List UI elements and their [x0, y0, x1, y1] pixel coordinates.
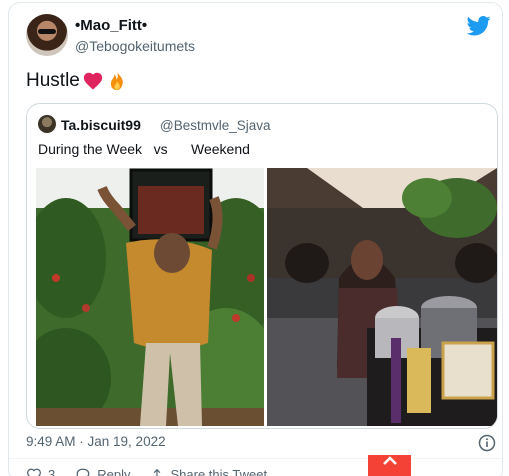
heart-icon — [26, 468, 42, 476]
author-display-name[interactable]: •Mao_Fitt• — [75, 17, 147, 34]
heart-emoji — [83, 72, 103, 90]
author-handle[interactable]: @Tebogokeitumets — [75, 38, 195, 54]
quoted-author-avatar — [38, 115, 56, 133]
author-avatar[interactable] — [26, 14, 68, 56]
reply-label: Reply — [97, 467, 131, 476]
tweet-text: Hustle — [26, 70, 128, 92]
like-count: 3 — [48, 467, 56, 476]
quoted-photo-during-the-week[interactable] — [36, 168, 264, 426]
quoted-author-handle: @Bestmvle_Sjava — [160, 118, 271, 133]
reply-button[interactable]: Reply — [75, 467, 130, 476]
scroll-to-top-button[interactable] — [368, 455, 411, 476]
reply-icon — [76, 468, 90, 476]
quoted-tweet[interactable]: Ta.biscuit99 @Bestmvle_Sjava During the … — [26, 103, 498, 429]
tweet-timestamp[interactable]: 9:49 AM · Jan 19, 2022 — [26, 434, 166, 449]
quoted-photo-weekend[interactable] — [267, 168, 497, 426]
fire-emoji — [110, 70, 123, 91]
quoted-tweet-text: During the Week vs Weekend — [38, 141, 250, 157]
share-button[interactable]: Share this Tweet — [150, 467, 267, 476]
share-icon — [154, 468, 161, 476]
chevron-up-icon — [382, 456, 397, 465]
twitter-bird-icon[interactable] — [467, 16, 491, 36]
action-divider — [9, 458, 502, 459]
like-button[interactable]: 3 — [26, 467, 55, 476]
share-label: Share this Tweet — [170, 467, 268, 476]
tweet-card: •Mao_Fitt• @Tebogokeitumets Hustle Ta.bi… — [8, 2, 503, 476]
tweet-actions: 3 Reply Share this Tweet — [26, 467, 267, 476]
tweet-text-body: Hustle — [26, 70, 80, 91]
info-icon[interactable] — [478, 434, 496, 452]
quoted-author-display-name: Ta.biscuit99 — [61, 117, 141, 133]
